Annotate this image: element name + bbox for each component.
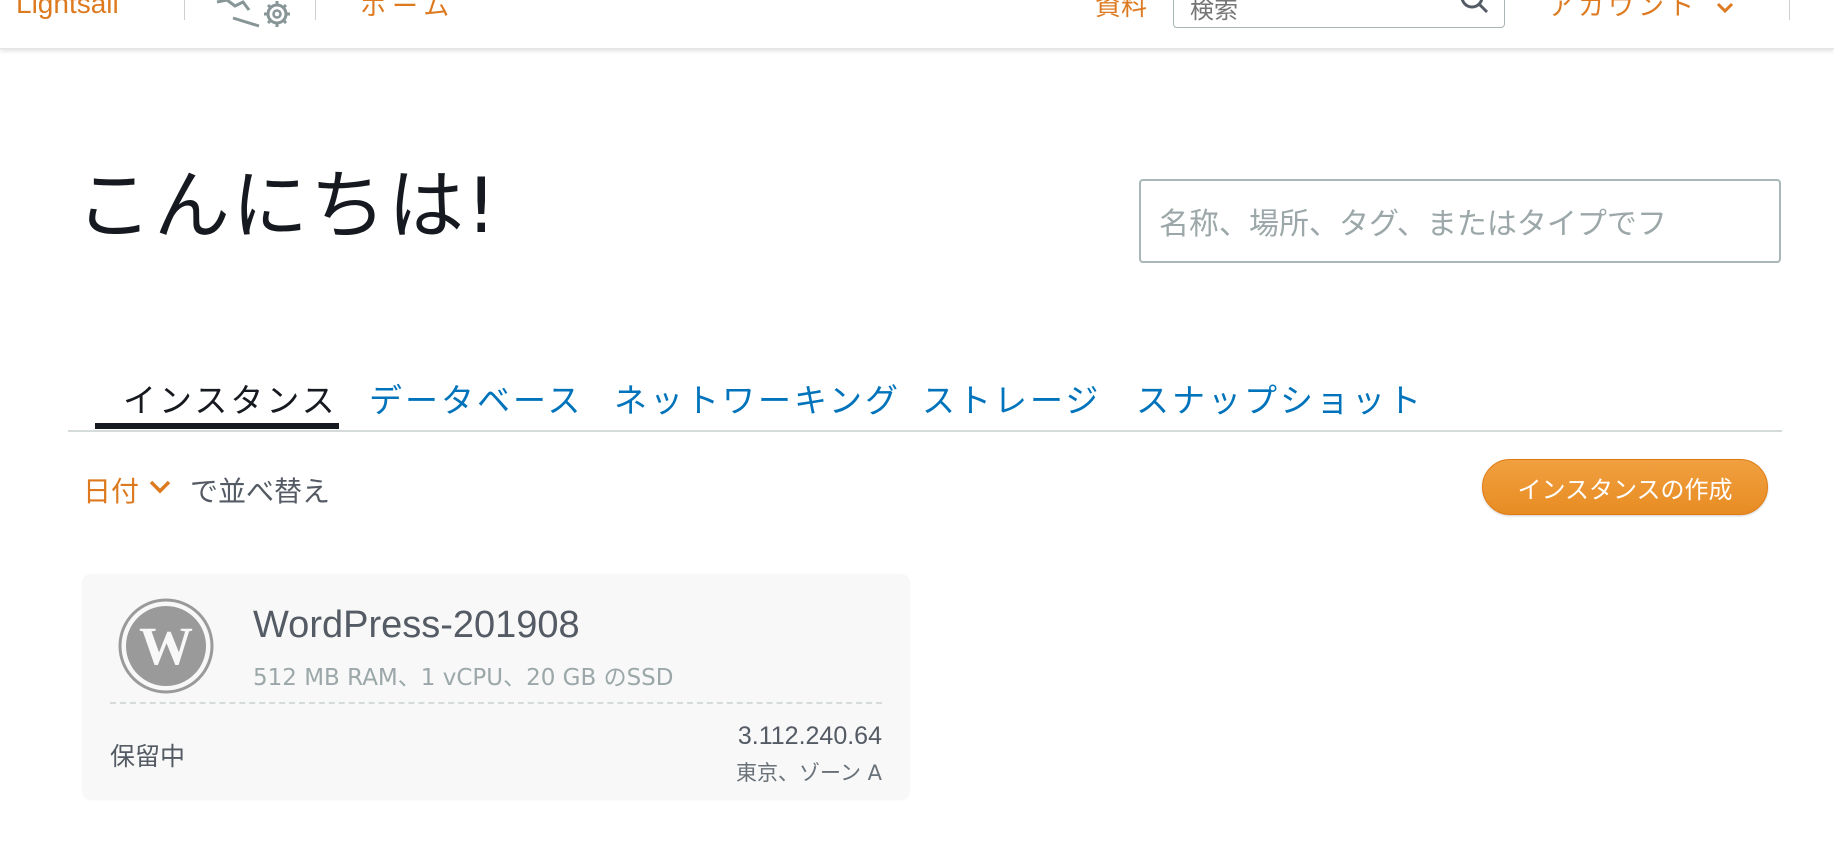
resource-search-box[interactable] xyxy=(1139,179,1781,263)
sort-suffix-label: で並べ替え xyxy=(190,475,331,508)
active-tab-indicator xyxy=(95,423,339,429)
chevron-down-icon xyxy=(1717,2,1734,13)
nav-docs-link[interactable]: 資料 xyxy=(1095,0,1147,23)
card-divider xyxy=(110,702,882,704)
nav-divider xyxy=(315,0,316,20)
svg-text:W: W xyxy=(139,616,193,676)
instance-name[interactable]: WordPress-201908 xyxy=(253,604,580,647)
resource-search-input[interactable] xyxy=(1157,203,1761,245)
create-instance-button[interactable]: インスタンスの作成 xyxy=(1482,459,1768,515)
nav-search-box[interactable] xyxy=(1173,0,1505,28)
tab-storage[interactable]: ストレージ xyxy=(922,374,1101,422)
nav-search-input[interactable] xyxy=(1188,0,1452,25)
instance-zone: 東京、ゾーン A xyxy=(736,761,882,785)
instance-ip: 3.112.240.64 xyxy=(737,722,882,750)
instance-status: 保留中 xyxy=(110,742,186,771)
tab-databases[interactable]: データベース xyxy=(369,374,583,422)
nav-account-label: アカウント xyxy=(1548,0,1699,22)
tab-networking[interactable]: ネットワーキング xyxy=(614,374,901,422)
page-greeting: こんにちは! xyxy=(76,161,499,250)
tab-snapshots[interactable]: スナップショット xyxy=(1136,374,1424,422)
top-nav: Lightsail ホーム 資料 アカウント xyxy=(0,0,1834,49)
tab-instances[interactable]: インスタンス xyxy=(123,374,338,422)
resource-tabs: インスタンス データベース ネットワーキング ストレージ スナップショット xyxy=(68,370,1782,432)
nav-divider xyxy=(1789,0,1790,20)
wordpress-icon: W xyxy=(118,598,214,694)
services-gear-icon[interactable] xyxy=(213,0,297,32)
search-icon[interactable] xyxy=(1460,0,1490,17)
sort-field-dropdown[interactable]: 日付 xyxy=(83,470,139,510)
nav-divider xyxy=(184,0,185,20)
nav-home-link[interactable]: ホーム xyxy=(360,0,455,23)
lightsail-logo[interactable]: Lightsail xyxy=(16,0,119,20)
nav-account-menu[interactable]: アカウント xyxy=(1548,0,1734,23)
chevron-down-icon[interactable] xyxy=(148,479,172,495)
instance-spec: 512 MB RAM、1 vCPU、20 GB のSSD xyxy=(253,665,674,691)
instance-card[interactable]: W WordPress-201908 512 MB RAM、1 vCPU、20 … xyxy=(82,574,910,800)
